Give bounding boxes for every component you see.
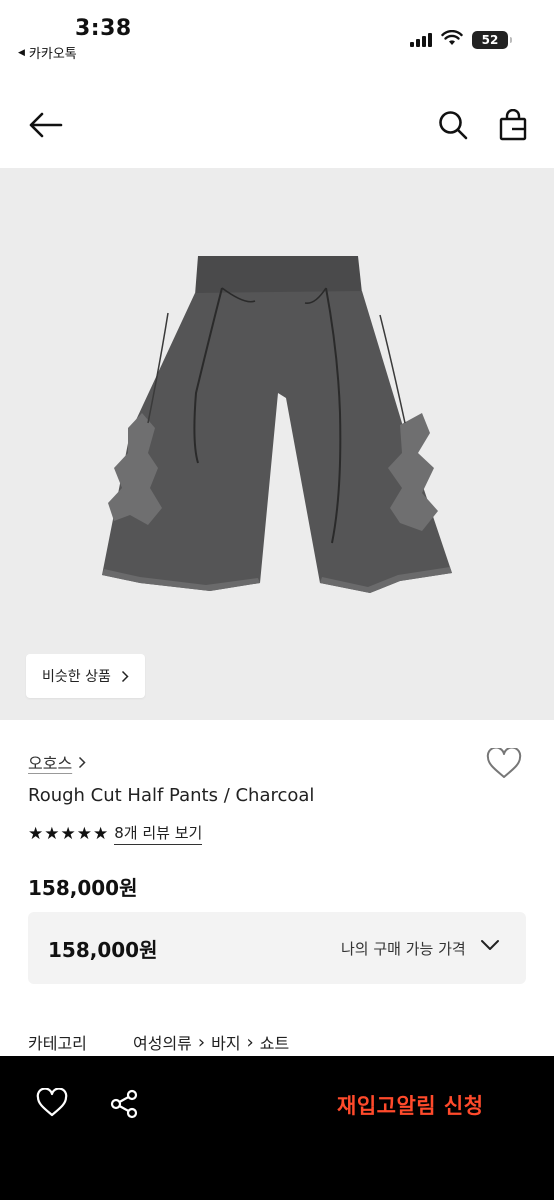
search-icon: [439, 111, 468, 140]
heart-icon: [36, 1087, 68, 1117]
wifi-icon: [441, 29, 463, 50]
my-price-label: 나의 구매 가능 가격: [341, 940, 466, 958]
bottom-wishlist-button[interactable]: [36, 1087, 72, 1124]
category-label: 카테고리: [28, 1034, 87, 1053]
restock-alert-button[interactable]: 재입고알림 신청: [337, 1090, 484, 1120]
cellular-signal-icon: [410, 33, 432, 47]
star-icon: ★: [93, 823, 109, 844]
category-crumb[interactable]: 여성의류: [133, 1030, 192, 1054]
status-time: 3:38: [75, 16, 132, 41]
share-icon: [110, 1089, 138, 1119]
charcoal-shorts-photo: [102, 256, 452, 593]
arrow-left-icon: [29, 112, 63, 138]
wishlist-button[interactable]: [486, 746, 526, 784]
category-row: 카테고리 여성의류 › 바지 › 쇼트: [28, 1030, 289, 1054]
nav-bar: [0, 95, 554, 155]
brand-name: 오호스: [28, 754, 73, 773]
category-crumb[interactable]: 쇼트: [260, 1030, 289, 1054]
rating-stars: ★ ★ ★ ★ ★: [28, 824, 108, 844]
my-price-value: 158,000원: [48, 938, 158, 962]
heart-icon: [486, 746, 522, 778]
chevron-right-icon: [121, 670, 129, 682]
status-icons: 52: [410, 29, 512, 50]
similar-products-button[interactable]: 비슷한 상품: [26, 654, 145, 698]
brand-link[interactable]: 오호스: [28, 750, 86, 774]
cart-button[interactable]: [493, 105, 533, 145]
star-icon: ★: [60, 823, 76, 844]
chevron-right-icon: [79, 756, 86, 768]
my-price-dropdown[interactable]: 158,000원 나의 구매 가능 가격: [28, 912, 526, 984]
bottom-action-bar: 재입고알림 신청: [0, 1056, 554, 1200]
shopping-bag-icon: [499, 109, 527, 141]
rating-row: ★ ★ ★ ★ ★ 8개 리뷰 보기: [28, 822, 203, 845]
chevron-right-icon: ›: [197, 1031, 206, 1053]
product-title: Rough Cut Half Pants / Charcoal: [28, 785, 315, 806]
back-app-label: 카카오톡: [28, 47, 77, 62]
star-icon: ★: [28, 823, 44, 844]
star-icon: ★: [76, 823, 92, 844]
product-price: 158,000원: [28, 876, 138, 900]
similar-products-label: 비슷한 상품: [42, 669, 111, 685]
search-button[interactable]: [433, 105, 473, 145]
product-image-area[interactable]: 비슷한 상품: [0, 168, 554, 720]
status-bar: 3:38 ◀ 카카오톡 52: [0, 0, 554, 70]
category-breadcrumb: 여성의류 › 바지 › 쇼트: [133, 1030, 289, 1054]
star-icon: ★: [44, 823, 60, 844]
back-triangle-icon: ◀: [18, 47, 25, 58]
chevron-down-icon: [481, 940, 499, 950]
share-button[interactable]: [108, 1088, 144, 1124]
review-link[interactable]: 8개 리뷰 보기: [114, 822, 203, 845]
chevron-right-icon: ›: [246, 1031, 254, 1053]
category-crumb[interactable]: 바지: [211, 1030, 240, 1054]
battery-icon: 52: [472, 31, 512, 49]
back-to-app-link[interactable]: ◀ 카카오톡: [18, 43, 77, 62]
back-button[interactable]: [25, 105, 65, 145]
